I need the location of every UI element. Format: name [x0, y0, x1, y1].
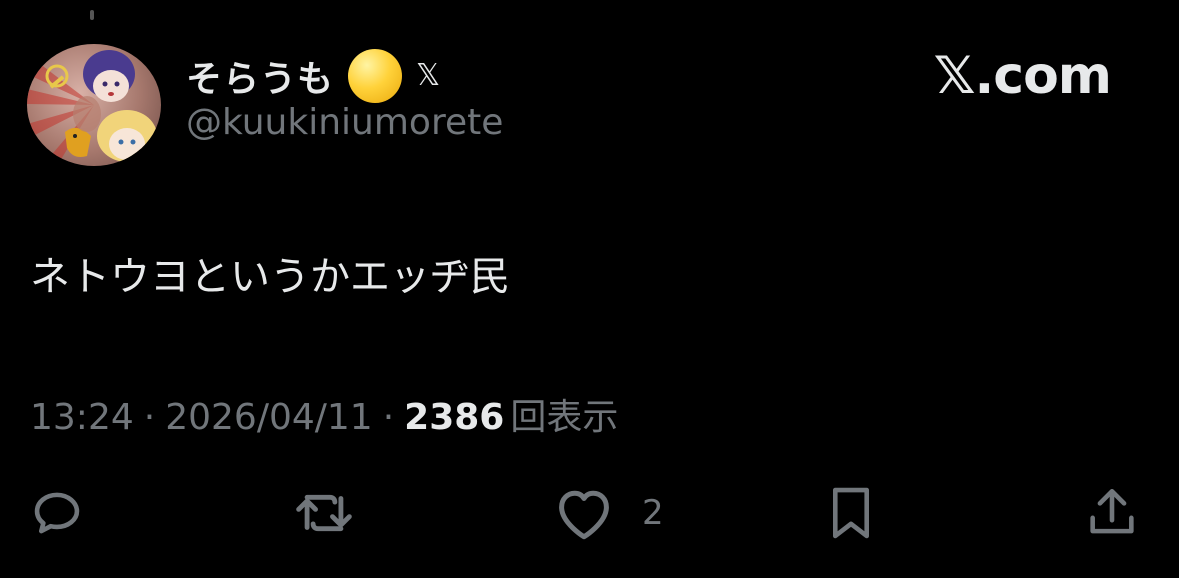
like-button[interactable]: 2: [552, 478, 664, 548]
x-com-logo: 𝕏.com: [933, 46, 1112, 106]
author-name-row[interactable]: そらうも 𝕏: [186, 48, 440, 104]
reply-icon: [34, 492, 80, 534]
share-icon: [1090, 488, 1134, 534]
tweet-text: ネトウヨというかエッヂ民: [30, 254, 510, 300]
bookmark-button[interactable]: [824, 478, 878, 548]
reply-button[interactable]: [28, 478, 86, 548]
status-dot: [90, 10, 94, 20]
views-count[interactable]: 2386: [404, 397, 510, 438]
heart-icon: [559, 490, 609, 540]
views-label[interactable]: 回表示: [510, 388, 618, 440]
share-button[interactable]: [1083, 478, 1141, 548]
meta-separator: ·: [382, 397, 395, 438]
x-badge-icon: 𝕏: [416, 58, 441, 93]
action-bar: 2: [0, 478, 1179, 548]
tweet-meta: 13:24 · 2026/04/11 · 2386 回表示: [30, 388, 618, 440]
retweet-icon: [296, 494, 352, 532]
meta-separator: ·: [143, 397, 156, 438]
like-count: 2: [642, 493, 664, 533]
avatar-image: [27, 50, 157, 166]
retweet-button[interactable]: [292, 478, 356, 548]
tweet-time[interactable]: 13:24: [30, 397, 134, 438]
avatar[interactable]: [27, 44, 161, 166]
user-handle[interactable]: @kuukiniumorete: [186, 102, 503, 143]
display-name[interactable]: そらうも: [186, 50, 334, 102]
yellow-circle-emoji-icon: [348, 49, 403, 103]
tweet-date[interactable]: 2026/04/11: [165, 397, 373, 438]
bookmark-icon: [832, 487, 870, 539]
